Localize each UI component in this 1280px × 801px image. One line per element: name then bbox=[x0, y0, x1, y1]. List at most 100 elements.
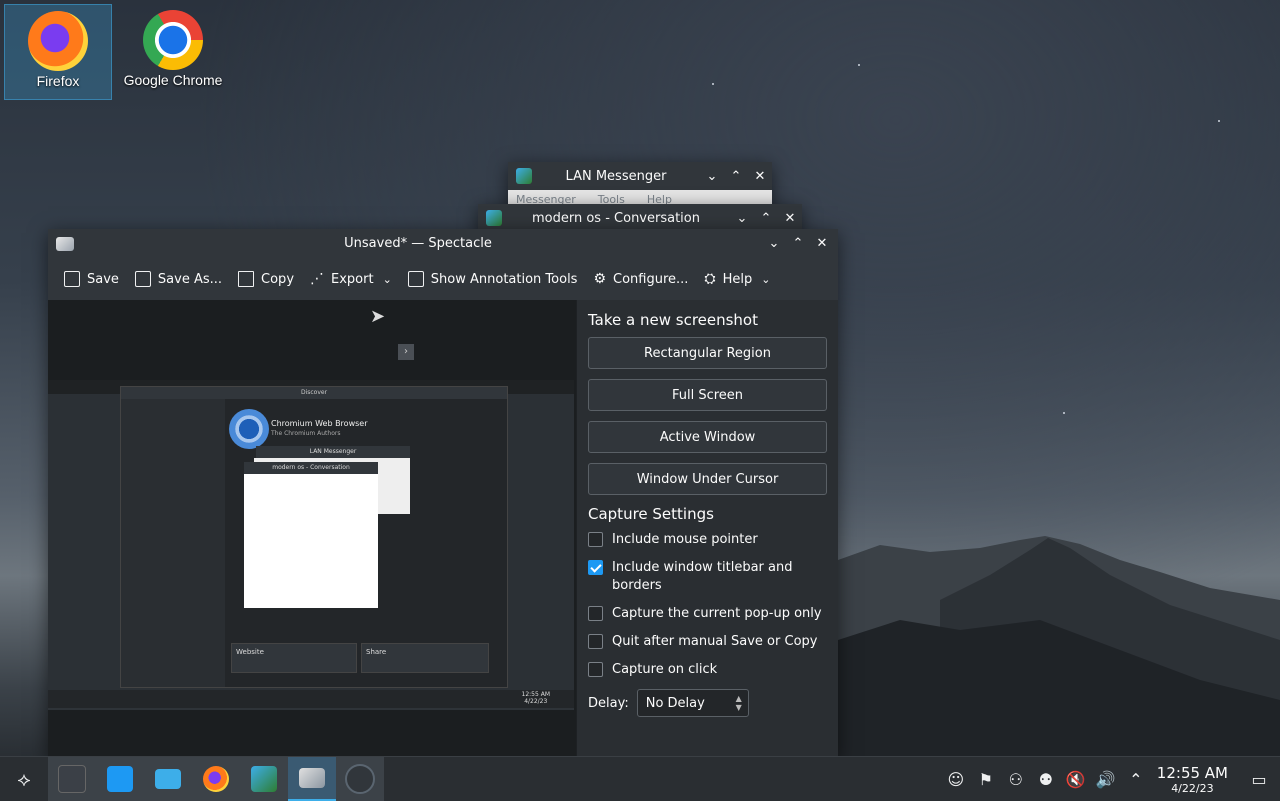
annotate-icon bbox=[407, 271, 424, 287]
screenshot-preview[interactable]: › ➤ Discover Chromium Web Browser The Ch… bbox=[48, 300, 576, 759]
task-spectacle[interactable] bbox=[288, 757, 336, 801]
full-screen-button[interactable]: Full Screen bbox=[588, 379, 827, 411]
option-include-titlebar[interactable]: Include window titlebar and borders bbox=[588, 559, 827, 595]
spectacle-titlebar[interactable]: Unsaved* — Spectacle ⌄ ⌃ ✕ bbox=[48, 229, 838, 258]
conversation-titlebar[interactable]: modern os - Conversation ⌄ ⌃ ✕ bbox=[478, 204, 802, 232]
checkbox-checked[interactable] bbox=[588, 560, 603, 575]
settings-icon: ⚙ bbox=[593, 271, 607, 287]
mini-discover-title: Discover bbox=[121, 387, 507, 399]
window-title: Unsaved* — Spectacle bbox=[344, 236, 492, 251]
desktop-icon-chrome[interactable]: Google Chrome bbox=[120, 4, 226, 98]
save-as-icon bbox=[134, 271, 151, 287]
task-firefox[interactable] bbox=[192, 757, 240, 801]
minimize-button[interactable]: ⌄ bbox=[762, 232, 786, 256]
maximize-button[interactable]: ⌃ bbox=[786, 232, 810, 256]
mini-share-card: Share bbox=[361, 643, 489, 673]
window-title: modern os - Conversation bbox=[532, 210, 700, 226]
spectacle-app-icon bbox=[56, 236, 74, 251]
mini-discover-sidebar bbox=[121, 399, 225, 687]
spectacle-window[interactable]: Unsaved* — Spectacle ⌄ ⌃ ✕ Save Save As.… bbox=[48, 229, 838, 759]
rectangular-region-button[interactable]: Rectangular Region bbox=[588, 337, 827, 369]
mini-website-card: Website bbox=[231, 643, 357, 673]
delay-spinbox[interactable]: No Delay ▲ ▼ bbox=[636, 689, 749, 717]
mini-clock-time: 12:55 AM bbox=[521, 691, 550, 698]
spin-arrows-icon[interactable]: ▲ ▼ bbox=[736, 694, 748, 712]
option-capture-on-click[interactable]: Capture on click bbox=[588, 661, 827, 679]
chevron-up-icon[interactable]: ⌃ bbox=[1121, 770, 1151, 789]
task-konsole[interactable] bbox=[336, 757, 384, 801]
lan-messenger-icon bbox=[516, 168, 532, 184]
chromium-icon bbox=[229, 409, 269, 449]
task-file-manager[interactable] bbox=[144, 757, 192, 801]
option-label: Include window titlebar and borders bbox=[612, 560, 793, 593]
option-popup-only[interactable]: Capture the current pop-up only bbox=[588, 605, 827, 623]
lan-messenger-tray-icon[interactable]: ⚑ bbox=[971, 770, 1001, 789]
task-discover[interactable] bbox=[96, 757, 144, 801]
delay-value: No Delay bbox=[645, 695, 705, 711]
app-launcher-button[interactable]: ⟡ bbox=[0, 757, 48, 801]
option-label: Include mouse pointer bbox=[612, 532, 758, 547]
save-icon bbox=[64, 271, 80, 287]
checkbox[interactable] bbox=[588, 634, 603, 649]
help-button[interactable]: ⛭ Help ⌄ bbox=[696, 263, 778, 295]
mini-clock-date: 4/22/23 bbox=[524, 698, 548, 705]
mini-app-name: Chromium Web Browser bbox=[271, 419, 368, 428]
option-label: Capture on click bbox=[612, 662, 718, 677]
clock-time: 12:55 AM bbox=[1156, 763, 1228, 782]
accounts-icon[interactable]: ⚉ bbox=[1031, 770, 1061, 789]
active-window-button[interactable]: Active Window bbox=[588, 421, 827, 453]
option-include-mouse-pointer[interactable]: Include mouse pointer bbox=[588, 531, 827, 549]
annotation-tools-button[interactable]: Show Annotation Tools bbox=[400, 263, 586, 295]
checkbox[interactable] bbox=[588, 532, 603, 547]
copy-button[interactable]: Copy bbox=[230, 263, 302, 295]
export-label: Export bbox=[331, 271, 374, 287]
configure-button[interactable]: ⚙ Configure... bbox=[585, 263, 696, 295]
export-button[interactable]: ⋰ Export ⌄ bbox=[302, 263, 400, 295]
mini-taskbar: 12:55 AM 4/22/23 bbox=[48, 690, 574, 708]
desktop-icon-firefox[interactable]: Firefox bbox=[4, 4, 112, 100]
close-button[interactable]: ✕ bbox=[778, 206, 802, 230]
save-as-button[interactable]: Save As... bbox=[127, 263, 230, 295]
mute-icon[interactable]: 🔇 bbox=[1061, 770, 1091, 789]
desktop-icon-label: Google Chrome bbox=[123, 72, 223, 88]
copy-label: Copy bbox=[261, 271, 295, 287]
task-system-settings[interactable] bbox=[48, 757, 96, 801]
capture-panel: Take a new screenshot Rectangular Region… bbox=[576, 300, 838, 759]
chrome-icon bbox=[143, 10, 203, 70]
help-label: Help bbox=[722, 271, 753, 287]
minimize-button[interactable]: ⌄ bbox=[730, 206, 754, 230]
lan-messenger-titlebar[interactable]: LAN Messenger ⌄ ⌃ ✕ bbox=[508, 162, 772, 190]
user-icon[interactable]: ☺ bbox=[941, 770, 971, 789]
show-desktop-icon[interactable]: ▭ bbox=[1244, 770, 1274, 789]
clock-date: 4/22/23 bbox=[1171, 781, 1214, 795]
close-button[interactable]: ✕ bbox=[810, 232, 834, 256]
chevron-right-icon: › bbox=[398, 344, 414, 360]
checkbox[interactable] bbox=[588, 606, 603, 621]
star bbox=[858, 64, 860, 66]
delay-label: Delay: bbox=[588, 695, 629, 711]
save-button[interactable]: Save bbox=[56, 263, 127, 295]
save-label: Save bbox=[87, 271, 119, 287]
folder-icon bbox=[155, 769, 181, 789]
capture-settings-heading: Capture Settings bbox=[588, 505, 714, 523]
network-icon[interactable]: ⚇ bbox=[1001, 770, 1031, 789]
mini-conv-body bbox=[244, 474, 378, 608]
mini-clock: 12:55 AM 4/22/23 bbox=[522, 691, 550, 705]
discover-icon bbox=[107, 766, 133, 792]
task-lan-messenger[interactable] bbox=[240, 757, 288, 801]
checkbox[interactable] bbox=[588, 662, 603, 677]
window-under-cursor-button[interactable]: Window Under Cursor bbox=[588, 463, 827, 495]
delay-row: Delay: No Delay ▲ ▼ bbox=[588, 689, 827, 717]
minimize-button[interactable]: ⌄ bbox=[700, 164, 724, 188]
star bbox=[1063, 412, 1065, 414]
clock[interactable]: 12:55 AM 4/22/23 bbox=[1157, 764, 1228, 795]
maximize-button[interactable]: ⌃ bbox=[724, 164, 748, 188]
option-quit-after-save[interactable]: Quit after manual Save or Copy bbox=[588, 633, 827, 651]
spectacle-icon bbox=[299, 768, 325, 788]
option-label: Quit after manual Save or Copy bbox=[612, 634, 818, 649]
desktop-icon-label: Firefox bbox=[36, 73, 80, 89]
mini-app-author: The Chromium Authors bbox=[271, 430, 341, 437]
close-button[interactable]: ✕ bbox=[748, 164, 772, 188]
volume-icon[interactable]: 🔊 bbox=[1091, 770, 1121, 789]
maximize-button[interactable]: ⌃ bbox=[754, 206, 778, 230]
